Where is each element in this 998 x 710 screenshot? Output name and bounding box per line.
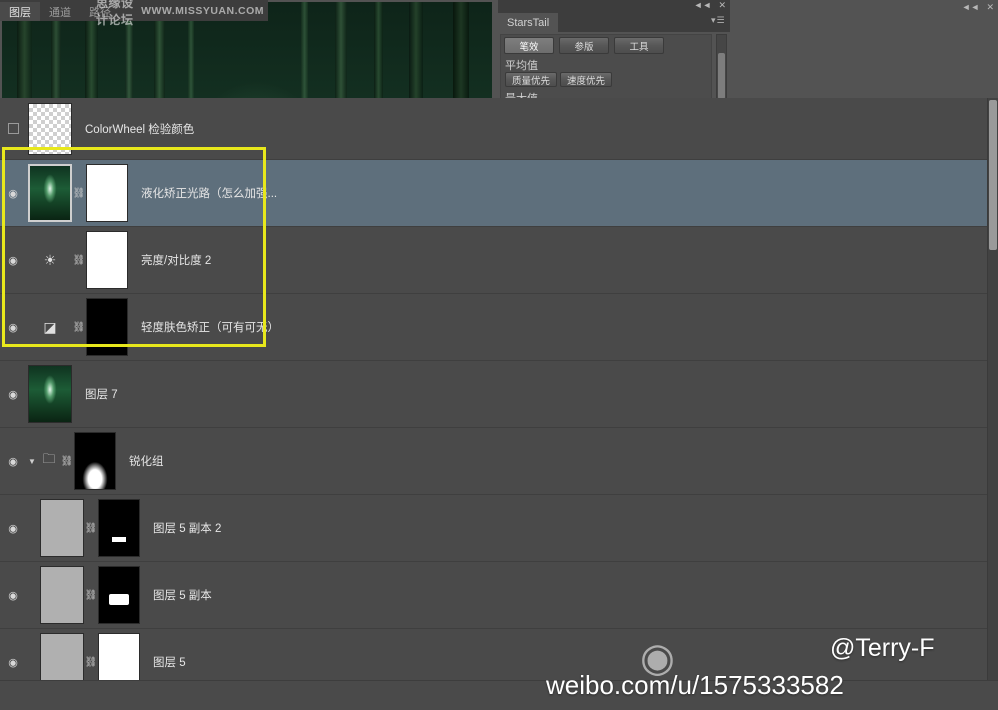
link-mask-icon[interactable]: ⛓ — [84, 523, 98, 534]
layer-name: 图层 7 — [85, 389, 118, 401]
table-row[interactable]: ◉ ▼ 🗀 ⛓ 锐化组 — [0, 428, 998, 495]
layers-titlebar: 图层 通道 路径 思缘设计论坛 WWW.MISSYUAN.COM — [0, 0, 268, 27]
layer-name: 锐化组 — [129, 456, 164, 468]
brightness-contrast-icon[interactable]: ☀ — [28, 249, 72, 271]
scrollbar-thumb[interactable] — [989, 100, 997, 250]
layer-name: 图层 5 — [153, 657, 186, 669]
tab-starstail[interactable]: StarsTail — [498, 13, 559, 32]
layer-name: 图层 5 副本 — [153, 590, 212, 602]
link-mask-icon[interactable]: ⛓ — [72, 322, 86, 333]
link-mask-icon[interactable]: ⛓ — [60, 456, 74, 467]
close-icon[interactable]: ✕ — [986, 2, 994, 13]
table-row[interactable]: ◉ 图层 7 — [0, 361, 998, 428]
group-expand-icon[interactable]: ▼ — [26, 457, 38, 466]
starstail-tabs: 笔效 参版 工具 — [504, 37, 664, 54]
layer-visibility-toggle[interactable]: ◉ — [0, 656, 26, 669]
link-mask-icon[interactable]: ⛓ — [84, 590, 98, 601]
curves-icon[interactable]: ◪ — [28, 316, 72, 338]
layer-visibility-toggle[interactable]: ◉ — [0, 187, 26, 200]
table-row[interactable]: ◉ ⛓ 图层 5 — [0, 629, 998, 680]
layer-visibility-toggle[interactable] — [0, 123, 26, 134]
average-section-label: 平均值 — [505, 60, 538, 72]
layer-name: 液化矫正光路（怎么加强... — [141, 188, 278, 200]
layer-thumbnail[interactable] — [28, 365, 72, 423]
link-mask-icon[interactable]: ⛓ — [84, 657, 98, 668]
layer-name: 图层 5 副本 2 — [153, 523, 222, 535]
layer-visibility-toggle[interactable]: ◉ — [0, 522, 26, 535]
link-mask-icon[interactable]: ⛓ — [72, 188, 86, 199]
layer-mask-thumbnail[interactable] — [98, 633, 140, 680]
layer-thumbnail[interactable] — [40, 499, 84, 557]
layer-mask-thumbnail[interactable] — [98, 499, 140, 557]
table-row[interactable]: ◉ ⛓ 液化矫正光路（怎么加强... — [0, 160, 998, 227]
table-row[interactable]: ◉ ◪ ⛓ 轻度肤色矫正（可有可无） — [0, 294, 998, 361]
starstail-titlebar: StarsTail ▾☰ — [498, 10, 730, 32]
layer-visibility-toggle[interactable]: ◉ — [0, 455, 26, 468]
photoshop-window: Terry F terryfengphotography.lofter.com … — [0, 0, 998, 710]
panel-menu-icon[interactable]: ▾☰ — [711, 15, 725, 25]
layer-thumbnail[interactable] — [28, 164, 72, 222]
mask-shape — [109, 594, 129, 605]
layer-mask-thumbnail[interactable] — [98, 566, 140, 624]
layer-mask-thumbnail[interactable] — [86, 231, 128, 289]
layers-panel: ◄◄ ✕ 图层 通道 路径 思缘设计论坛 WWW.MISSYUAN.COM ⌕ … — [0, 0, 998, 710]
tab-parameters[interactable]: 参版 — [559, 37, 609, 54]
table-row[interactable]: ◉ ⛓ 图层 5 副本 2 — [0, 495, 998, 562]
tab-tools[interactable]: 工具 — [614, 37, 664, 54]
layer-thumbnail[interactable] — [28, 102, 72, 155]
forum-watermark: 思缘设计论坛 WWW.MISSYUAN.COM — [96, 0, 264, 27]
layer-visibility-toggle[interactable]: ◉ — [0, 321, 26, 334]
table-row[interactable]: ◉ ⛓ 图层 5 副本 — [0, 562, 998, 629]
layer-thumbnail[interactable] — [40, 633, 84, 680]
collapse-icon[interactable]: ◄◄ — [962, 2, 980, 13]
layer-thumbnail[interactable] — [40, 566, 84, 624]
quality-first-button[interactable]: 质量优先 — [505, 72, 557, 87]
forum-watermark-url: WWW.MISSYUAN.COM — [141, 4, 264, 17]
layer-visibility-toggle[interactable]: ◉ — [0, 254, 26, 267]
layer-name: 轻度肤色矫正（可有可无） — [141, 322, 279, 334]
layers-window-controls[interactable]: ◄◄ ✕ — [962, 2, 994, 13]
layer-list[interactable]: ColorWheel 检验颜色 ◉ ⛓ 液化矫正光路（怎么加强... ◉ ☀ ⛓… — [0, 98, 998, 680]
table-row[interactable]: ◉ ☀ ⛓ 亮度/对比度 2 — [0, 227, 998, 294]
speed-first-button[interactable]: 速度优先 — [560, 72, 612, 87]
layer-visibility-toggle[interactable]: ◉ — [0, 589, 26, 602]
scrollbar-thumb[interactable] — [718, 53, 725, 99]
layer-name: 亮度/对比度 2 — [141, 255, 212, 267]
layer-name: ColorWheel 检验颜色 — [85, 123, 195, 136]
tab-layers[interactable]: 图层 — [0, 2, 40, 21]
link-mask-icon[interactable]: ⛓ — [72, 255, 86, 266]
tab-channels[interactable]: 通道 — [40, 2, 80, 21]
average-buttons: 质量优先 速度优先 — [505, 72, 612, 87]
layer-mask-thumbnail[interactable] — [86, 164, 128, 222]
starstail-collapse-bar[interactable]: ◄◄ ✕ — [498, 0, 730, 10]
mask-shape — [112, 537, 126, 542]
layers-vertical-scrollbar[interactable] — [987, 98, 998, 680]
group-mask-thumbnail[interactable] — [74, 432, 116, 490]
layer-visibility-toggle[interactable]: ◉ — [0, 388, 26, 401]
layers-footer-toolbar[interactable] — [0, 680, 998, 710]
folder-icon: 🗀 — [42, 451, 56, 466]
layer-mask-thumbnail[interactable] — [86, 298, 128, 356]
tab-paths[interactable]: 路径 — [80, 2, 120, 21]
table-row[interactable]: ColorWheel 检验颜色 — [0, 98, 998, 160]
tab-brush-effect[interactable]: 笔效 — [504, 37, 554, 54]
